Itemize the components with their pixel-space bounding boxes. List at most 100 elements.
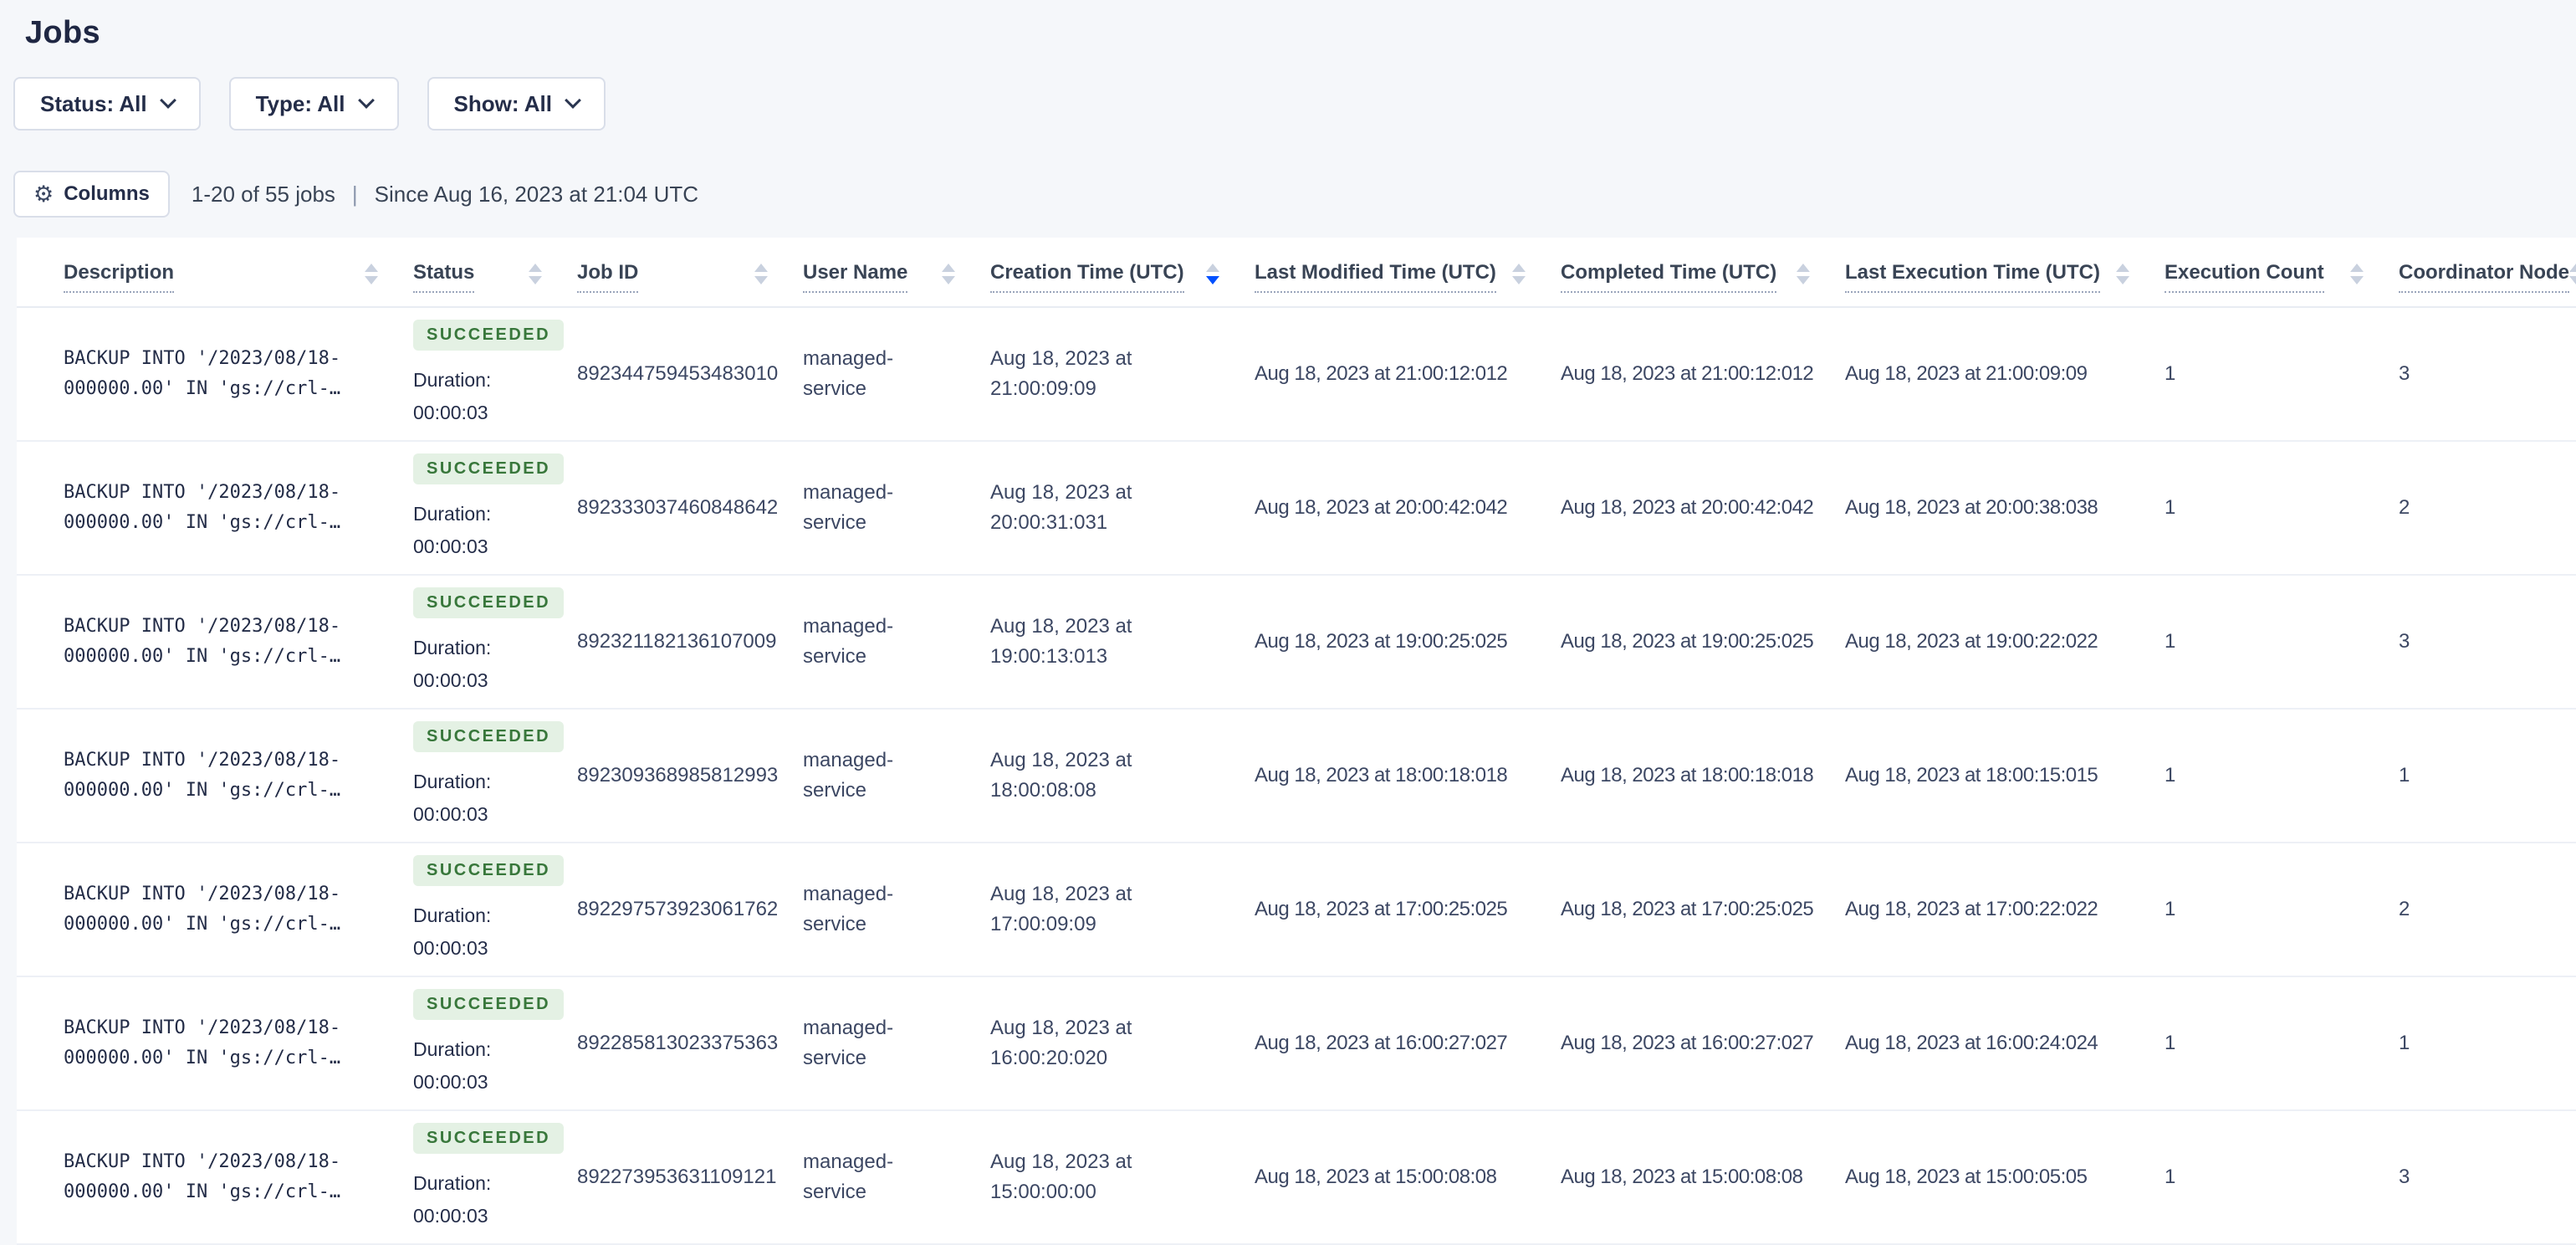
user-name: managed-service [803,615,894,668]
last-execution-time: Aug 18, 2023 at 16:00:24:024 [1845,1032,2098,1054]
sort-icon [2116,264,2129,293]
table-row[interactable]: BACKUP INTO '/2023/08/18- 000000.00' IN … [17,307,2576,442]
creation-time-cell: Aug 18, 2023 at 19:00:13:013 [990,575,1255,710]
creation-time-line1: Aug 18, 2023 at [990,481,1132,504]
last-modified-cell: Aug 18, 2023 at 19:00:25:025 [1255,575,1561,710]
sort-icon [2569,264,2576,293]
coordinator-node-cell: 1 [2399,709,2576,843]
job-description-line1: BACKUP INTO '/2023/08/18- [64,1151,341,1172]
creation-time-cell: Aug 18, 2023 at 15:00:00:00 [990,1110,1255,1245]
completed-time-cell: Aug 18, 2023 at 18:00:18:018 [1561,709,1845,843]
job-id-cell: 892297573923061762 [577,843,803,977]
creation-time-line2: 20:00:31:031 [990,511,1108,534]
column-header[interactable]: Description [17,238,413,308]
user-name-cell: managed-service [803,441,990,576]
last-execution-time: Aug 18, 2023 at 15:00:05:05 [1845,1166,2088,1188]
completed-time-cell: Aug 18, 2023 at 21:00:12:012 [1561,307,1845,442]
columns-button[interactable]: ⚙ Columns [13,171,170,218]
coordinator-node-cell: 3 [2399,575,2576,710]
creation-time-line1: Aug 18, 2023 at [990,347,1132,370]
status-cell: SUCCEEDED Duration: 00:00:03 [413,709,577,843]
completed-time: Aug 18, 2023 at 16:00:27:027 [1561,1032,1814,1054]
completed-time-cell: Aug 18, 2023 at 19:00:25:025 [1561,575,1845,710]
sort-icon [1797,264,1810,293]
columns-button-label: Columns [64,182,150,205]
last-modified-cell: Aug 18, 2023 at 17:00:25:025 [1255,843,1561,977]
status-cell: SUCCEEDED Duration: 00:00:03 [413,976,577,1111]
job-description-line2: 000000.00' IN 'gs://crl-… [64,780,341,801]
creation-time-cell: Aug 18, 2023 at 20:00:31:031 [990,441,1255,576]
column-header[interactable]: Status [413,238,577,308]
coordinator-node-cell: 2 [2399,843,2576,977]
column-header[interactable]: Completed Time (UTC) [1561,238,1845,308]
table-row[interactable]: BACKUP INTO '/2023/08/18- 000000.00' IN … [17,709,2576,843]
last-execution-cell: Aug 18, 2023 at 21:00:09:09 [1845,307,2165,442]
last-execution-time: Aug 18, 2023 at 21:00:09:09 [1845,362,2088,385]
job-description-line2: 000000.00' IN 'gs://crl-… [64,646,341,667]
job-description-line2: 000000.00' IN 'gs://crl-… [64,378,341,399]
column-header[interactable]: Coordinator Node [2399,238,2576,308]
status-badge: SUCCEEDED [413,720,565,752]
table-row[interactable]: BACKUP INTO '/2023/08/18- 000000.00' IN … [17,441,2576,576]
duration-label: Duration: [413,770,492,792]
sort-up-arrow-icon [2350,264,2364,272]
sort-down-arrow-icon [754,276,768,284]
filter-dropdown[interactable]: Status: All [13,77,201,131]
chevron-down-icon [565,92,581,109]
sort-down-arrow-icon [2350,276,2364,284]
sort-up-arrow-icon [754,264,768,272]
duration-value: 00:00:03 [413,669,488,691]
filter-bar: Status: All Type: All Show: All [13,77,2576,131]
status-badge: SUCCEEDED [413,854,565,886]
filter-dropdown[interactable]: Type: All [228,77,399,131]
last-modified-time: Aug 18, 2023 at 19:00:25:025 [1255,630,1508,653]
column-header[interactable]: Execution Count [2165,238,2399,308]
user-name: managed-service [803,1017,894,1069]
column-header-label: Creation Time (UTC) [990,261,1184,293]
last-modified-time: Aug 18, 2023 at 20:00:42:042 [1255,496,1508,519]
column-header-label: Status [413,261,475,293]
user-name-cell: managed-service [803,976,990,1111]
job-description-line1: BACKUP INTO '/2023/08/18- [64,348,341,369]
column-header[interactable]: User Name [803,238,990,308]
filter-dropdown-label: Status: All [40,90,147,116]
table-row[interactable]: BACKUP INTO '/2023/08/18- 000000.00' IN … [17,575,2576,710]
table-row[interactable]: BACKUP INTO '/2023/08/18- 000000.00' IN … [17,843,2576,977]
filter-dropdown-label: Type: All [255,90,345,116]
last-modified-time: Aug 18, 2023 at 17:00:25:025 [1255,898,1508,920]
filter-dropdown[interactable]: Show: All [427,77,606,131]
last-modified-cell: Aug 18, 2023 at 20:00:42:042 [1255,441,1561,576]
sort-up-arrow-icon [1206,264,1219,272]
duration-value: 00:00:03 [413,802,488,825]
status-badge: SUCCEEDED [413,1122,565,1154]
user-name: managed-service [803,347,894,400]
job-description-line2: 000000.00' IN 'gs://crl-… [64,512,341,533]
table-header-row: Description Status Job ID User Name Crea… [17,238,2576,308]
job-description-line2: 000000.00' IN 'gs://crl-… [64,1048,341,1068]
column-header-label: Description [64,261,175,293]
creation-time-line2: 17:00:09:09 [990,913,1096,935]
column-header[interactable]: Last Modified Time (UTC) [1255,238,1561,308]
sort-down-arrow-icon [2569,276,2576,284]
duration-label: Duration: [413,904,492,926]
job-id-cell: 892309368985812993 [577,709,803,843]
completed-time: Aug 18, 2023 at 19:00:25:025 [1561,630,1814,653]
status-badge: SUCCEEDED [413,587,565,618]
column-header[interactable]: Job ID [577,238,803,308]
column-header[interactable]: Last Execution Time (UTC) [1845,238,2165,308]
table-row[interactable]: BACKUP INTO '/2023/08/18- 000000.00' IN … [17,1110,2576,1245]
creation-time-cell: Aug 18, 2023 at 17:00:09:09 [990,843,1255,977]
last-execution-cell: Aug 18, 2023 at 16:00:24:024 [1845,976,2165,1111]
last-modified-cell: Aug 18, 2023 at 16:00:27:027 [1255,976,1561,1111]
description-cell: BACKUP INTO '/2023/08/18- 000000.00' IN … [17,441,413,576]
sort-up-arrow-icon [2116,264,2129,272]
column-header[interactable]: Creation Time (UTC) [990,238,1255,308]
duration-label: Duration: [413,1038,492,1060]
sort-icon [529,264,542,293]
chevron-down-icon [357,92,375,109]
column-header-label: Completed Time (UTC) [1561,261,1777,293]
job-id-cell: 892344759453483010 [577,307,803,442]
description-cell: BACKUP INTO '/2023/08/18- 000000.00' IN … [17,1110,413,1245]
creation-time-cell: Aug 18, 2023 at 16:00:20:020 [990,976,1255,1111]
table-row[interactable]: BACKUP INTO '/2023/08/18- 000000.00' IN … [17,976,2576,1111]
